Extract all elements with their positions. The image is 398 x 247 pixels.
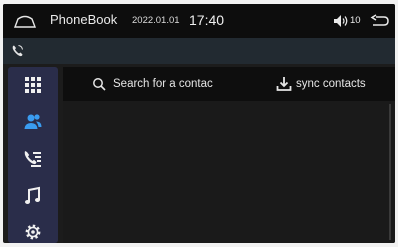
search-input[interactable]: Search for a contac — [113, 78, 217, 90]
phonebook-screen: PhoneBook 2022.01.01 17:40 10 Search for… — [3, 4, 395, 243]
app-title: PhoneBook — [50, 12, 118, 27]
home-icon[interactable] — [12, 13, 38, 29]
settings-icon[interactable] — [23, 222, 43, 242]
search-icon[interactable] — [92, 77, 106, 91]
call-log-icon[interactable] — [23, 149, 43, 169]
download-icon[interactable] — [276, 76, 292, 92]
sync-contacts-button[interactable]: sync contacts — [296, 78, 366, 90]
speaker-icon — [334, 15, 348, 27]
volume-level: 10 — [350, 15, 361, 26]
phone-icon[interactable] — [11, 44, 24, 57]
sidebar-nav — [8, 67, 58, 243]
date-display: 2022.01.01 — [132, 15, 180, 26]
back-icon[interactable] — [370, 14, 390, 28]
call-strip — [3, 38, 395, 64]
contacts-icon[interactable] — [23, 112, 43, 132]
scrollbar[interactable] — [389, 104, 391, 240]
time-display: 17:40 — [189, 12, 225, 28]
music-icon[interactable] — [23, 186, 43, 206]
dialpad-icon[interactable] — [23, 75, 43, 95]
volume-indicator[interactable]: 10 — [333, 14, 363, 28]
toolbar: Search for a contac sync contacts — [63, 67, 395, 101]
contact-list — [63, 101, 395, 243]
status-bar: PhoneBook 2022.01.01 17:40 10 — [3, 4, 395, 38]
